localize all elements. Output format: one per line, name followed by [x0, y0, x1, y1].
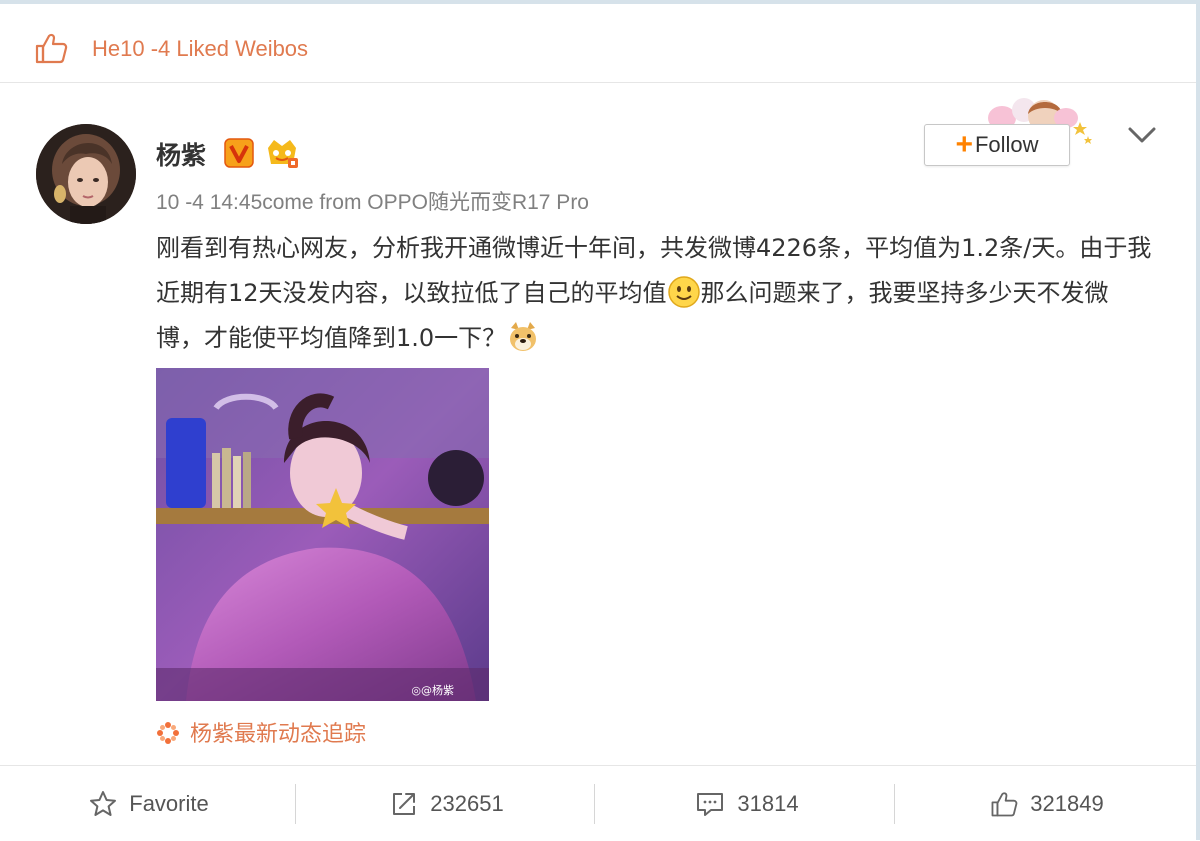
window-right-border [1196, 0, 1200, 840]
chevron-down-icon[interactable] [1126, 122, 1158, 148]
favorite-label: Favorite [129, 790, 209, 816]
image-watermark: ◎@杨紫 [411, 683, 454, 697]
avatar[interactable] [36, 124, 136, 224]
tracking-link[interactable]: 杨紫最新动态追踪 [156, 716, 366, 748]
star-icon [90, 790, 117, 816]
liked-weibos-header: He10 -4 Liked Weibos [0, 4, 1196, 83]
follow-label: Follow [974, 132, 1039, 157]
flower-icon [157, 722, 179, 744]
plus-icon: + [955, 128, 973, 161]
favorite-button[interactable]: Favorite [0, 766, 298, 841]
liked-weibos-text[interactable]: He10 -4 Liked Weibos [92, 36, 308, 62]
repost-icon [393, 792, 416, 815]
post-meta: 10 -4 14:45come from OPPO随光而变R17 Pro [156, 191, 589, 214]
divider [594, 784, 595, 824]
action-bar: Favorite 232651 31814 321849 [0, 765, 1196, 841]
smile-emoji-icon [667, 276, 700, 308]
thumbs-up-icon [35, 33, 68, 64]
doge-emoji-icon [510, 322, 537, 351]
follow-button[interactable]: + Follow [924, 124, 1070, 166]
post-content: 刚看到有热心网友，分析我开通微博近十年间，共发微博4226条，平均值为1.2条/… [156, 226, 1156, 361]
vip-crown-icon[interactable] [264, 136, 300, 170]
comment-count: 31814 [737, 790, 799, 816]
like-icon [991, 791, 1018, 816]
comment-button[interactable]: 31814 [598, 766, 896, 841]
divider [894, 784, 895, 824]
repost-count: 232651 [430, 790, 504, 816]
like-button[interactable]: 321849 [898, 766, 1196, 841]
post-image[interactable]: ◎@杨紫 [156, 368, 489, 701]
verified-v-icon[interactable] [224, 138, 254, 168]
comment-icon [697, 792, 724, 816]
tracking-label[interactable]: 杨紫最新动态追踪 [190, 722, 366, 747]
username[interactable]: 杨紫 [156, 136, 206, 172]
like-count: 321849 [1030, 790, 1104, 816]
repost-button[interactable]: 232651 [298, 766, 596, 841]
divider [295, 784, 296, 824]
